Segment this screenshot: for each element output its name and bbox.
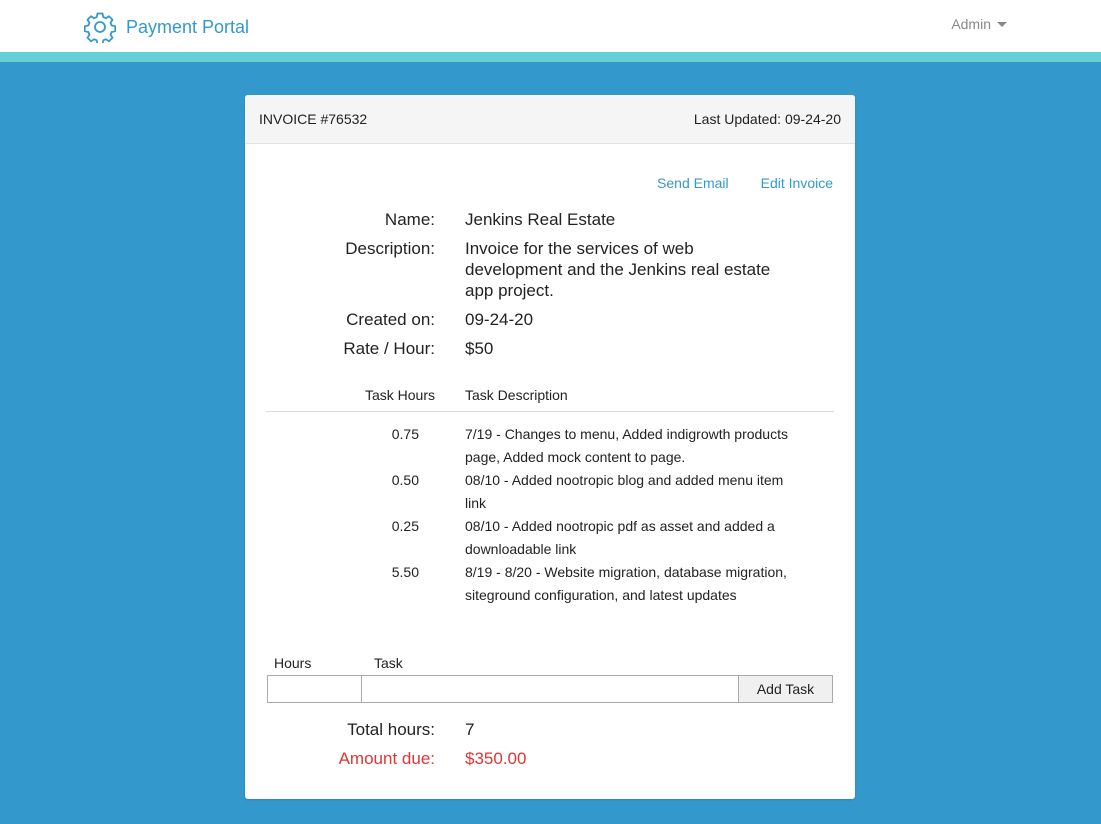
tasks-table-header: Task Hours Task Description <box>266 387 834 412</box>
navbar-accent-stripe <box>0 52 1101 62</box>
invoice-actions: Send Email Edit Invoice <box>657 175 833 191</box>
last-updated: Last Updated: 09-24-20 <box>693 111 841 127</box>
caret-down-icon <box>997 22 1007 27</box>
task-description: 8/19 - 8/20 - Website migration, databas… <box>465 564 787 603</box>
name-label: Name: <box>384 210 435 229</box>
hours-input[interactable] <box>267 675 362 703</box>
new-task-form: Add Task <box>267 675 833 703</box>
invoice-totals: Total hours: 7 Amount due: $350.00 <box>245 719 855 777</box>
invoice-number: INVOICE #76532 <box>259 111 368 127</box>
rate-label: Rate / Hour: <box>343 339 435 358</box>
task-hours: 0.25 <box>391 518 419 534</box>
total-hours-row: Total hours: 7 <box>245 719 855 740</box>
invoice-card: INVOICE #76532 Last Updated: 09-24-20 Se… <box>245 95 855 799</box>
task-hours: 5.50 <box>391 564 419 580</box>
created-label: Created on: <box>346 310 435 329</box>
name-value: Jenkins Real Estate <box>465 210 616 229</box>
send-email-link[interactable]: Send Email <box>657 175 729 191</box>
task-description: 08/10 - Added nootropic pdf as asset and… <box>465 518 775 557</box>
created-value: 09-24-20 <box>465 310 534 329</box>
description-label: Description: <box>345 239 435 258</box>
brand-title: Payment Portal <box>126 16 250 37</box>
hours-field-label: Hours <box>274 655 312 671</box>
task-list: 0.75 7/19 - Changes to menu, Added indig… <box>245 423 855 607</box>
admin-label: Admin <box>951 16 991 32</box>
detail-row-created: Created on: 09-24-20 <box>245 309 855 330</box>
new-task-labels: Hours Task <box>274 655 403 671</box>
edit-invoice-link[interactable]: Edit Invoice <box>761 175 833 191</box>
table-row: 5.50 8/19 - 8/20 - Website migration, da… <box>245 561 855 607</box>
task-hours-header: Task Hours <box>364 387 435 403</box>
gear-icon <box>84 12 116 43</box>
amount-due-label: Amount due: <box>338 749 435 768</box>
invoice-card-header: INVOICE #76532 Last Updated: 09-24-20 <box>245 95 855 144</box>
detail-row-rate: Rate / Hour: $50 <box>245 338 855 359</box>
description-value: Invoice for the services of web developm… <box>465 239 771 300</box>
total-hours-value: 7 <box>465 720 475 739</box>
brand-link[interactable]: Payment Portal <box>84 11 249 43</box>
top-navbar: Payment Portal Admin <box>0 0 1101 52</box>
detail-row-description: Description: Invoice for the services of… <box>245 238 855 301</box>
task-input[interactable] <box>362 675 739 703</box>
table-row: 0.50 08/10 - Added nootropic blog and ad… <box>245 469 855 515</box>
total-hours-label: Total hours: <box>347 720 435 739</box>
rate-value: $50 <box>465 339 494 358</box>
table-row: 0.25 08/10 - Added nootropic pdf as asse… <box>245 515 855 561</box>
task-description: 08/10 - Added nootropic blog and added m… <box>465 472 784 511</box>
task-hours: 0.75 <box>391 426 419 442</box>
task-hours: 0.50 <box>391 472 419 488</box>
add-task-button[interactable]: Add Task <box>739 675 833 703</box>
admin-dropdown[interactable]: Admin <box>951 16 1007 32</box>
detail-row-name: Name: Jenkins Real Estate <box>245 209 855 230</box>
invoice-details: Name: Jenkins Real Estate Description: I… <box>245 209 855 367</box>
amount-due-row: Amount due: $350.00 <box>245 748 855 769</box>
task-description-header: Task Description <box>465 387 568 403</box>
task-field-label: Task <box>374 655 403 671</box>
table-row: 0.75 7/19 - Changes to menu, Added indig… <box>245 423 855 469</box>
amount-due-value: $350.00 <box>465 749 527 768</box>
task-description: 7/19 - Changes to menu, Added indigrowth… <box>465 426 788 465</box>
